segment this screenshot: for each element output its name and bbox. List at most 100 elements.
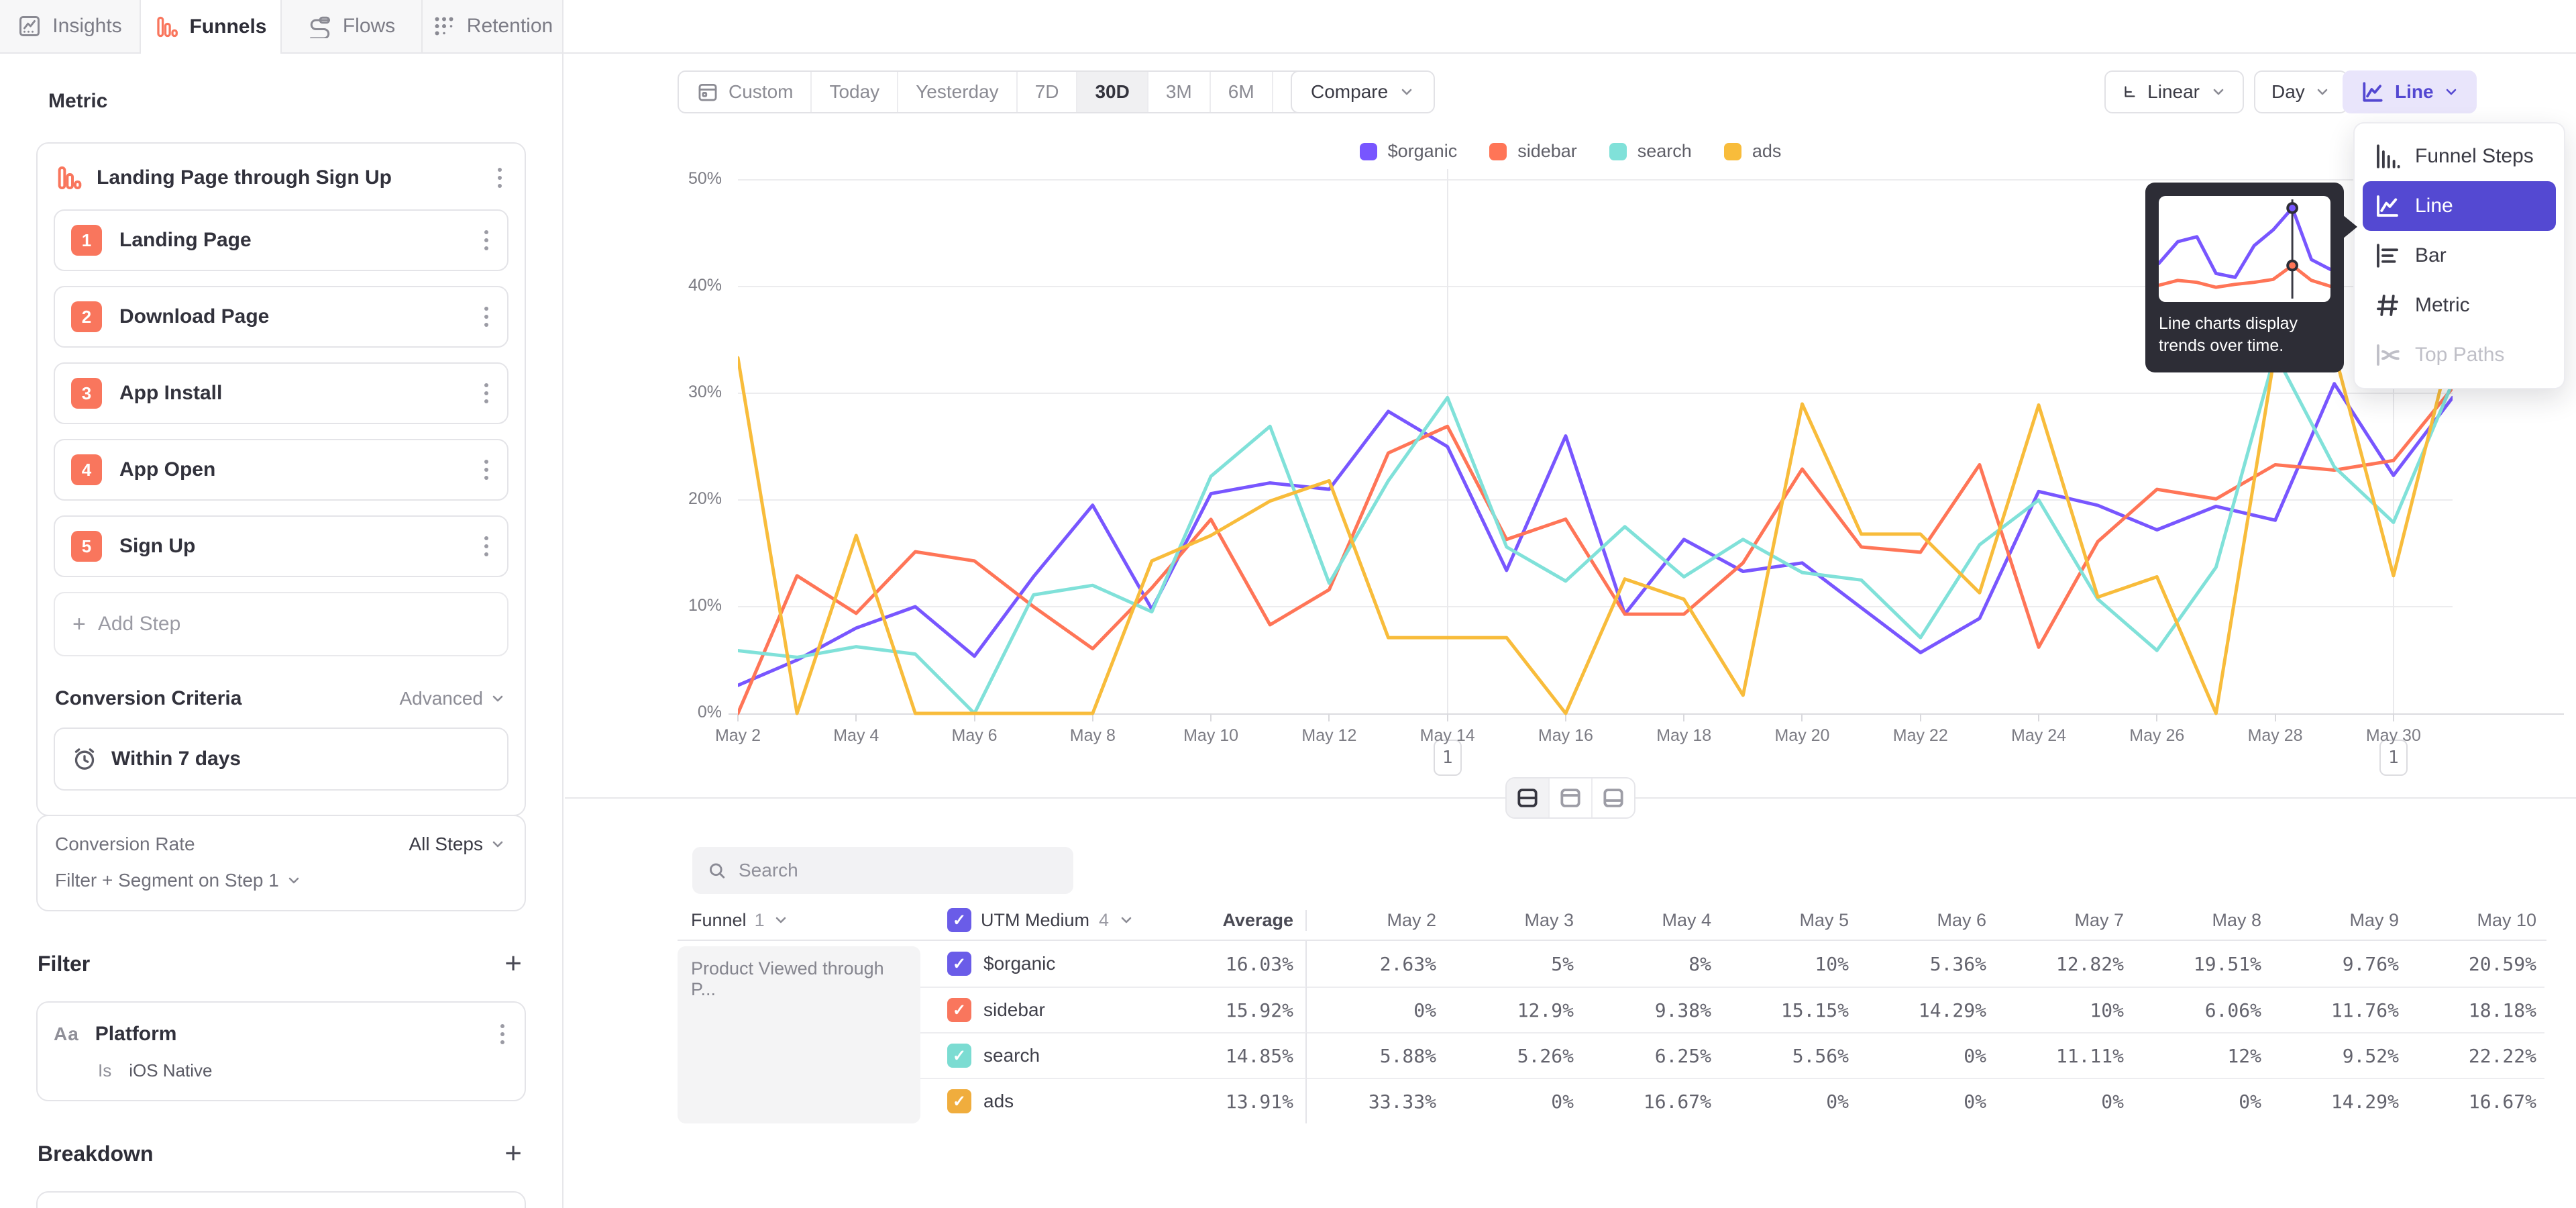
funnel-step-3[interactable]: 3App Install [54, 362, 508, 424]
tab-insights[interactable]: Insights [0, 0, 141, 52]
tab-flows[interactable]: Flows [282, 0, 423, 52]
x-axis-label: May 14 [1401, 726, 1495, 746]
metric-header[interactable]: Landing Page through Sign Up [38, 144, 525, 209]
split-horizontal-toggle[interactable] [1507, 778, 1550, 817]
conversion-rate-label: Conversion Rate [55, 834, 195, 855]
column-header-average[interactable]: Average [1146, 910, 1307, 931]
line-chart-icon [2373, 192, 2402, 220]
range-30d[interactable]: 30D [1077, 72, 1148, 112]
chevron-down-icon [2314, 84, 2330, 100]
column-header-date[interactable]: May 4 [1582, 910, 1719, 931]
x-axis-label: May 18 [1637, 726, 1731, 746]
column-header-date[interactable]: May 5 [1719, 910, 1857, 931]
conversion-window-button[interactable]: Within 7 days [54, 727, 508, 791]
range-3m[interactable]: 3M [1148, 72, 1211, 112]
step-label: App Open [119, 458, 480, 481]
range-7d[interactable]: 7D [1018, 72, 1078, 112]
column-header-date[interactable]: May 7 [1994, 910, 2132, 931]
checkbox-checked[interactable]: ✓ [947, 998, 971, 1022]
range-today[interactable]: Today [812, 72, 898, 112]
menu-item-metric[interactable]: Metric [2363, 281, 2556, 330]
step-kebab-icon[interactable] [480, 532, 492, 560]
filter-segment-dropdown[interactable]: Filter + Segment on Step 1 [55, 870, 506, 891]
date-value-cell: 12% [2132, 1032, 2269, 1078]
column-header-date[interactable]: May 6 [1857, 910, 1994, 931]
row-name-label: search [983, 1045, 1040, 1066]
legend-item-search[interactable]: search [1609, 141, 1692, 162]
metric-kebab-icon[interactable] [494, 164, 506, 192]
table-row-sidebar: ✓sidebar15.92%0%12.9%9.38%15.15%14.29%10… [678, 987, 2546, 1032]
step-label: App Install [119, 382, 480, 405]
chart-type-dropdown[interactable]: Line [2343, 70, 2477, 113]
step-kebab-icon[interactable] [480, 303, 492, 331]
legend-label: ads [1752, 141, 1782, 162]
column-header-date[interactable]: May 10 [2407, 910, 2544, 931]
advanced-dropdown[interactable]: Advanced [399, 688, 506, 709]
add-filter-button[interactable]: + [504, 949, 522, 978]
funnel-step-4[interactable]: 4App Open [54, 439, 508, 501]
retention-icon [432, 14, 456, 38]
panel-bottom-toggle[interactable] [1593, 778, 1634, 817]
step-label: Sign Up [119, 535, 480, 558]
x-axis-label: May 20 [1755, 726, 1849, 746]
funnel-metric-icon [55, 164, 82, 191]
range-6m[interactable]: 6M [1211, 72, 1273, 112]
step-label: Landing Page [119, 229, 480, 252]
funnel-group-cell[interactable]: Product Viewed through P... [678, 946, 920, 1123]
row-name-cell[interactable]: ✓ads [924, 1078, 1146, 1123]
y-axis-label: 30% [635, 383, 722, 402]
column-header-date[interactable]: May 3 [1444, 910, 1582, 931]
legend-swatch [1489, 143, 1507, 160]
funnel-step-5[interactable]: 5Sign Up [54, 515, 508, 577]
add-step-button[interactable]: + Add Step [54, 592, 508, 656]
add-breakdown-button[interactable]: + [504, 1139, 522, 1168]
row-name-cell[interactable]: ✓$organic [924, 941, 1146, 987]
date-value-cell: 14.29% [1857, 987, 1994, 1032]
panel-top-toggle[interactable] [1550, 778, 1593, 817]
top-paths-icon [2373, 341, 2402, 369]
row-name-cell[interactable]: ✓sidebar [924, 987, 1146, 1032]
metric-heading: Metric [48, 90, 526, 113]
range-yesterday[interactable]: Yesterday [898, 72, 1018, 112]
checkbox-checked[interactable]: ✓ [947, 908, 971, 932]
funnel-column-header[interactable]: Funnel 1 [678, 910, 924, 931]
plus-icon: + [72, 613, 86, 636]
chevron-down-icon [2443, 84, 2459, 100]
compare-button[interactable]: Compare [1291, 70, 1435, 113]
column-header-date[interactable]: May 9 [2269, 910, 2407, 931]
checkbox-checked[interactable]: ✓ [947, 1089, 971, 1113]
filter-property[interactable]: Platform [95, 1023, 496, 1046]
filter-operator[interactable]: Is [98, 1060, 111, 1081]
all-steps-dropdown[interactable]: All Steps [409, 834, 506, 855]
x-axis-label: May 6 [928, 726, 1022, 746]
text-type-icon: Aa [54, 1023, 79, 1045]
range-custom[interactable]: Custom [679, 72, 812, 112]
row-name-cell[interactable]: ✓ search [924, 1032, 1146, 1078]
funnel-step-2[interactable]: 2Download Page [54, 286, 508, 348]
legend-item-sidebar[interactable]: sidebar [1489, 141, 1577, 162]
interval-dropdown[interactable]: Day [2254, 70, 2348, 113]
filter-kebab-icon[interactable] [496, 1020, 508, 1048]
column-header-date[interactable]: May 2 [1307, 910, 1444, 931]
legend-item-organic[interactable]: $organic [1360, 141, 1458, 162]
search-input[interactable] [737, 859, 1059, 882]
column-header-date[interactable]: May 8 [2132, 910, 2269, 931]
step-kebab-icon[interactable] [480, 226, 492, 254]
legend-item-ads[interactable]: ads [1724, 141, 1782, 162]
checkbox-checked[interactable]: ✓ [947, 952, 971, 976]
menu-item-funnel-steps[interactable]: Funnel Steps [2363, 132, 2556, 181]
menu-item-bar[interactable]: Bar [2363, 231, 2556, 281]
checkbox-checked[interactable]: ✓ [947, 1044, 971, 1068]
tab-funnels[interactable]: Funnels [141, 0, 282, 54]
scale-dropdown[interactable]: Linear [2104, 70, 2244, 113]
average-value-cell: 15.92% [1146, 987, 1307, 1032]
menu-item-line[interactable]: Line [2363, 181, 2556, 231]
step-kebab-icon[interactable] [480, 456, 492, 484]
funnel-step-1[interactable]: 1Landing Page [54, 209, 508, 271]
filter-value[interactable]: iOS Native [129, 1060, 212, 1081]
tab-retention[interactable]: Retention [423, 0, 564, 52]
breakdown-column-header[interactable]: ✓ UTM Medium 4 [924, 908, 1146, 932]
date-value-cell: 0% [1307, 987, 1444, 1032]
step-kebab-icon[interactable] [480, 379, 492, 407]
date-value-cell: 5.26% [1444, 1032, 1582, 1078]
